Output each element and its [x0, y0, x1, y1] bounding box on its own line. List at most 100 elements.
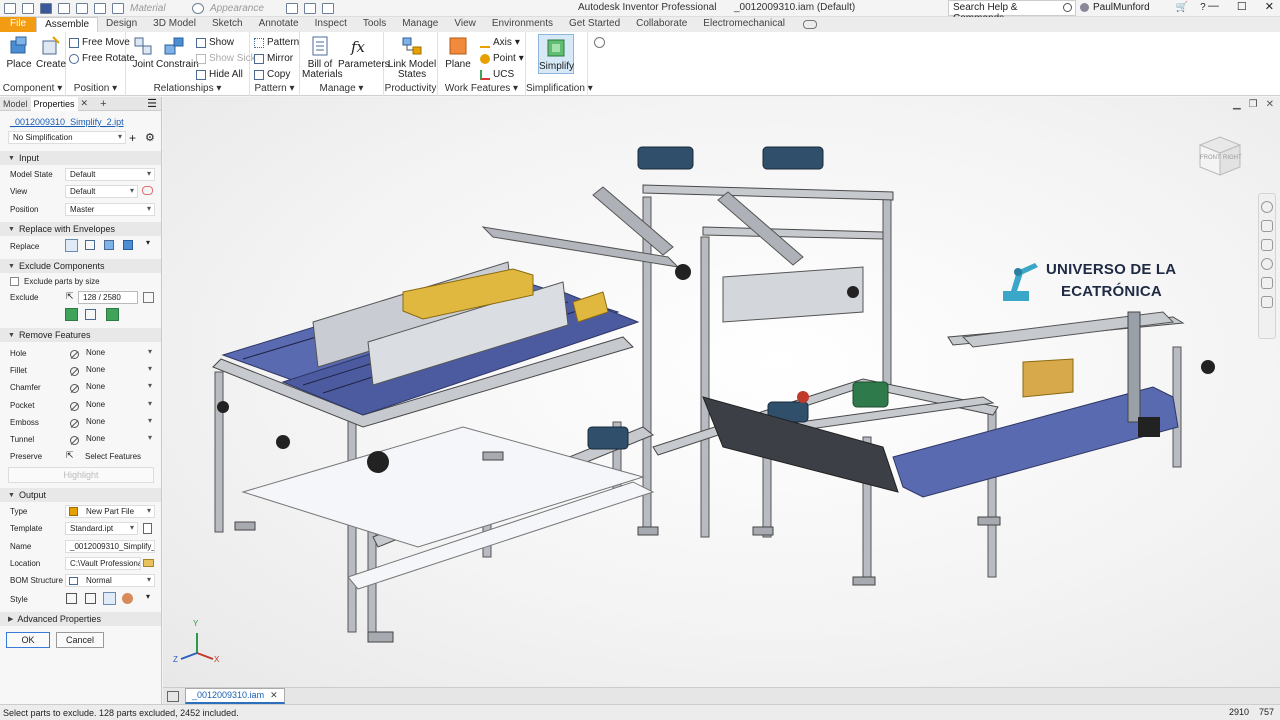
section-replace-envelopes[interactable]: ▼ Replace with Envelopes — [0, 222, 161, 236]
feature-dropdown-hole[interactable]: None — [82, 347, 155, 360]
close-tab-icon[interactable]: ✕ — [78, 98, 92, 109]
ok-button[interactable]: OK — [6, 632, 50, 648]
look-at-icon[interactable] — [1261, 277, 1273, 289]
fx-icon[interactable] — [304, 2, 316, 14]
exclude-filter-icon[interactable] — [85, 309, 96, 320]
view-cube[interactable]: FRONT RIGHT — [1196, 131, 1244, 182]
tab-get-started[interactable]: Get Started — [561, 17, 628, 32]
tab-assemble[interactable]: Assemble — [36, 17, 99, 32]
output-file-link[interactable]: _0012009310_Simplify_2.ipt — [10, 117, 124, 127]
folder-icon[interactable] — [143, 559, 154, 567]
zoom-icon[interactable] — [1261, 239, 1273, 251]
clear-appearance-icon[interactable] — [286, 2, 298, 14]
section-advanced-properties[interactable]: ▶ Advanced Properties — [0, 612, 161, 626]
productivity-group-label[interactable]: Productivity — [384, 83, 437, 94]
highlight-button[interactable]: Highlight — [8, 467, 154, 483]
feature-dropdown-tunnel[interactable]: None — [82, 433, 155, 446]
tab-properties[interactable]: Properties — [30, 96, 78, 111]
close-button[interactable]: ✕ — [1265, 0, 1274, 13]
help-search-input[interactable]: Search Help & Commands... — [948, 0, 1076, 24]
style-more-icon[interactable]: ▾ — [146, 592, 150, 601]
machine-assembly-model[interactable] — [163, 97, 1280, 687]
redo-icon[interactable] — [76, 2, 88, 14]
tab-design[interactable]: Design — [98, 17, 145, 32]
ribbon-extra-icon[interactable] — [803, 20, 818, 29]
graphics-viewport[interactable]: ▁ ❐ ✕ UNIVERSO DE LA ECATRÓNICA FRONT RI… — [163, 97, 1280, 687]
add-tab-icon[interactable]: + — [97, 98, 109, 110]
document-tab[interactable]: _0012009310.iam ✕ — [185, 688, 285, 704]
view-dropdown[interactable]: Default — [65, 185, 138, 198]
home-icon[interactable] — [167, 690, 179, 702]
envelope-single-icon[interactable] — [85, 240, 95, 250]
style-single-solid-icon[interactable] — [66, 593, 77, 604]
style-surface-icon[interactable] — [122, 593, 133, 604]
new-file-icon[interactable] — [4, 2, 16, 14]
constrain-button[interactable]: Constrain — [156, 35, 199, 70]
simplify-button[interactable]: Simplify — [538, 34, 574, 74]
section-output[interactable]: ▼ Output — [0, 488, 161, 502]
tab-manage[interactable]: Manage — [394, 17, 446, 32]
cart-icon[interactable]: 🛒 — [1176, 2, 1188, 13]
cancel-button[interactable]: Cancel — [56, 632, 104, 648]
appearance-icon[interactable] — [192, 2, 204, 14]
tab-model[interactable]: Model — [0, 99, 31, 109]
exclude-visible-toggle[interactable] — [106, 308, 119, 321]
tab-3d-model[interactable]: 3D Model — [145, 17, 204, 32]
envelope-each-icon[interactable] — [104, 240, 114, 250]
show-button[interactable]: Show — [196, 37, 234, 48]
tab-view[interactable]: View — [446, 17, 484, 32]
pattern-group-label[interactable]: Pattern ▾ — [250, 83, 299, 94]
link-icon[interactable] — [142, 186, 153, 195]
select-cursor-icon[interactable]: ⇱ — [66, 450, 74, 461]
appearance-dropdown[interactable]: Appearance — [210, 3, 280, 14]
update-icon[interactable] — [112, 2, 124, 14]
home-icon[interactable] — [94, 2, 106, 14]
exclude-by-size-checkbox[interactable] — [10, 277, 19, 286]
add-preset-icon[interactable]: + — [129, 131, 136, 145]
output-name-field[interactable]: _0012009310_Simplify_2 — [65, 540, 155, 553]
show-sick-button[interactable]: Show Sick — [196, 53, 256, 64]
output-type-dropdown[interactable]: New Part File — [65, 505, 155, 518]
component-group-label[interactable]: Component ▾ — [0, 83, 65, 94]
create-button[interactable]: Create — [36, 35, 66, 70]
envelope-box-icon[interactable] — [123, 240, 133, 250]
exclude-mode-toggle[interactable] — [65, 308, 78, 321]
simplification-preset-dropdown[interactable]: No Simplification — [8, 131, 126, 144]
template-file-icon[interactable] — [143, 523, 152, 534]
position-dropdown[interactable]: Master — [65, 203, 155, 216]
measure-icon[interactable] — [322, 2, 334, 14]
tab-sketch[interactable]: Sketch — [204, 17, 251, 32]
tab-collaborate[interactable]: Collaborate — [628, 17, 695, 32]
tab-environments[interactable]: Environments — [484, 17, 561, 32]
tab-tools[interactable]: Tools — [355, 17, 394, 32]
ribbon-options-icon[interactable] — [594, 37, 605, 48]
style-composite-toggle[interactable] — [103, 592, 116, 605]
relationships-group-label[interactable]: Relationships ▾ — [126, 83, 249, 94]
maximize-button[interactable]: ☐ — [1237, 0, 1247, 13]
free-rotate-button[interactable]: Free Rotate — [69, 53, 135, 64]
steering-wheel-icon[interactable] — [1261, 201, 1273, 213]
tab-inspect[interactable]: Inspect — [307, 17, 355, 32]
open-file-icon[interactable] — [22, 2, 34, 14]
replace-more-icon[interactable]: ▾ — [146, 238, 150, 247]
manage-group-label[interactable]: Manage ▾ — [300, 83, 383, 94]
section-input[interactable]: ▼ Input — [0, 151, 161, 165]
section-exclude-components[interactable]: ▼ Exclude Components — [0, 259, 161, 273]
section-remove-features[interactable]: ▼ Remove Features — [0, 328, 161, 342]
style-multi-solid-icon[interactable] — [85, 593, 96, 604]
help-icon[interactable]: ? — [1200, 2, 1206, 13]
feature-dropdown-pocket[interactable]: None — [82, 399, 155, 412]
position-group-label[interactable]: Position ▾ — [66, 83, 125, 94]
template-dropdown[interactable]: Standard.ipt — [65, 522, 138, 535]
parameters-button[interactable]: fx Parameters — [338, 35, 390, 70]
feature-dropdown-chamfer[interactable]: None — [82, 381, 155, 394]
simplification-group-label[interactable]: Simplification ▾ — [526, 83, 593, 94]
tab-annotate[interactable]: Annotate — [251, 17, 307, 32]
output-location-field[interactable]: C:\Vault Professional 2 — [65, 557, 141, 570]
material-dropdown[interactable]: Material — [130, 3, 186, 14]
pan-hand-icon[interactable] — [1261, 220, 1273, 232]
exclude-browse-icon[interactable] — [143, 292, 154, 303]
plane-button[interactable]: Plane — [442, 35, 474, 70]
axis-button[interactable]: Axis ▾ — [480, 37, 520, 48]
exclude-count-field[interactable]: 128 / 2580 — [78, 291, 138, 304]
